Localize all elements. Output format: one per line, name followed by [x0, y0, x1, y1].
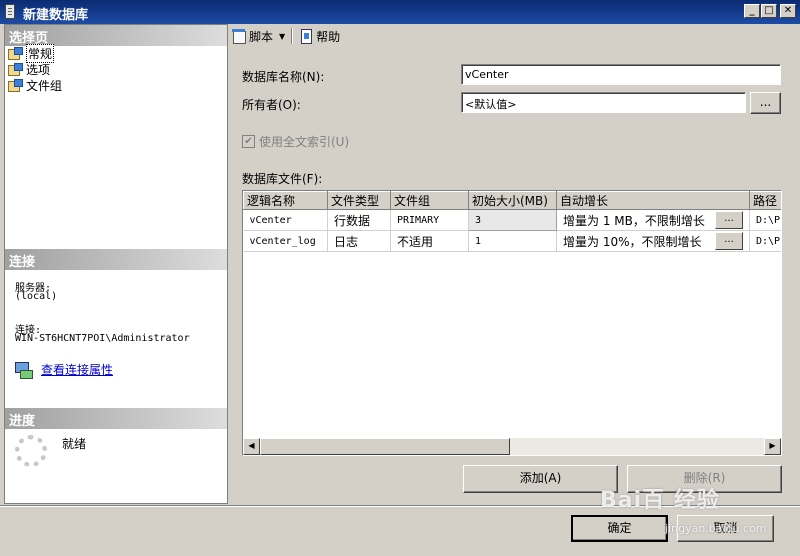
page-label: 选项: [26, 62, 51, 77]
cell-path[interactable]: D:\Pr: [749, 230, 781, 252]
close-button[interactable]: ✕: [780, 4, 796, 18]
page-item-filegroups[interactable]: 文件组: [8, 77, 62, 93]
column-header[interactable]: 自动增长: [556, 191, 750, 210]
owner-value: <默认值>: [465, 98, 517, 111]
autogrowth-browse-button[interactable]: ...: [715, 211, 743, 229]
owner-browse-button[interactable]: ...: [750, 92, 781, 114]
page-item-options[interactable]: 选项: [8, 61, 62, 77]
db-name-label: 数据库名称(N):: [242, 70, 325, 84]
page-list: 常规 选项 文件组: [8, 43, 62, 93]
table-row[interactable]: vCenter 行数据 PRIMARY 3 增量为 1 MB，不限制增长 ...…: [243, 209, 781, 231]
script-button[interactable]: 脚本 ▼: [232, 28, 285, 45]
window-controls: _ □ ✕: [744, 4, 796, 18]
autogrowth-text: 增量为 10%，不限制增长: [563, 234, 702, 249]
scroll-thumb[interactable]: [260, 438, 510, 455]
database-files-grid[interactable]: 逻辑名称 文件类型 文件组 初始大小(MB) 自动增长 路径 vCenter 行…: [242, 190, 782, 456]
help-button[interactable]: 帮助: [299, 28, 340, 45]
column-header[interactable]: 路径: [749, 191, 781, 210]
view-connection-link[interactable]: 查看连接属性: [41, 361, 113, 378]
remove-button[interactable]: 删除(R): [627, 465, 782, 493]
add-button[interactable]: 添加(A): [463, 465, 618, 493]
db-name-input[interactable]: vCenter: [461, 64, 781, 85]
left-panel: 选择页 常规 选项 文件组 连接 服务器: (local) 连接: WIN-ST…: [4, 24, 228, 504]
toolbar-separator: [291, 28, 294, 44]
cell-autogrowth[interactable]: 增量为 1 MB，不限制增长 ...: [556, 209, 750, 231]
script-label: 脚本: [249, 29, 274, 44]
title-bar: 新建数据库 _ □ ✕: [0, 0, 800, 24]
view-connection-properties[interactable]: 查看连接属性: [15, 361, 113, 379]
cell-file-type[interactable]: 行数据: [327, 209, 391, 231]
ok-button[interactable]: 确定: [571, 515, 668, 542]
cell-filegroup[interactable]: 不适用: [390, 230, 469, 252]
cell-filegroup[interactable]: PRIMARY: [390, 209, 469, 231]
table-row[interactable]: vCenter_log 日志 不适用 1 增量为 10%，不限制增长 ... D…: [243, 230, 781, 252]
connection-properties-icon: [15, 361, 33, 379]
minimize-button[interactable]: _: [744, 4, 760, 18]
checkbox-check-icon: ✔: [242, 135, 255, 148]
cell-file-type[interactable]: 日志: [327, 230, 391, 252]
connection-header: 连接: [5, 249, 227, 270]
app-icon: [5, 4, 15, 19]
script-icon: [232, 29, 246, 44]
maximize-button[interactable]: □: [761, 4, 777, 18]
owner-label: 所有者(O):: [242, 98, 301, 112]
cell-autogrowth[interactable]: 增量为 10%，不限制增长 ...: [556, 230, 750, 252]
cell-logical-name[interactable]: vCenter_log: [243, 230, 328, 252]
cell-logical-name[interactable]: vCenter: [243, 209, 328, 231]
page-icon: [8, 62, 23, 76]
scroll-right-icon[interactable]: ▶: [764, 438, 781, 455]
connection-value: WIN-ST6HCNT7POI\Administrator: [15, 333, 190, 344]
cell-path[interactable]: D:\Pr: [749, 209, 781, 231]
toolbar: 脚本 ▼ 帮助: [232, 26, 340, 46]
progress-status: 就绪: [62, 437, 87, 451]
horizontal-scrollbar[interactable]: ◀ ▶: [243, 438, 781, 455]
page-icon: [8, 46, 23, 60]
fulltext-checkbox[interactable]: ✔ 使用全文索引(U): [242, 133, 349, 150]
column-header[interactable]: 文件组: [390, 191, 469, 210]
footer-divider: [0, 505, 800, 507]
fulltext-label: 使用全文索引(U): [259, 135, 350, 149]
autogrowth-text: 增量为 1 MB，不限制增长: [563, 213, 705, 228]
cell-initial-size[interactable]: 3: [468, 209, 557, 231]
page-icon: [8, 78, 23, 92]
window-title: 新建数据库: [23, 8, 89, 23]
files-table: 逻辑名称 文件类型 文件组 初始大小(MB) 自动增长 路径 vCenter 行…: [243, 191, 781, 252]
chevron-down-icon[interactable]: ▼: [279, 32, 285, 41]
table-header-row: 逻辑名称 文件类型 文件组 初始大小(MB) 自动增长 路径: [243, 191, 781, 210]
progress-header: 进度: [5, 408, 227, 429]
db-files-label: 数据库文件(F):: [242, 172, 323, 186]
cancel-button[interactable]: 取消: [677, 515, 774, 542]
column-header[interactable]: 初始大小(MB): [468, 191, 557, 210]
new-database-dialog: 新建数据库 _ □ ✕ 选择页 常规 选项 文件组 连接 服务器: (local…: [0, 0, 800, 556]
server-value: (local): [15, 291, 58, 302]
help-label: 帮助: [316, 29, 341, 44]
scroll-left-icon[interactable]: ◀: [243, 438, 260, 455]
owner-input[interactable]: <默认值>: [461, 92, 746, 113]
cell-initial-size[interactable]: 1: [468, 230, 557, 252]
db-name-value: vCenter: [465, 68, 509, 81]
column-header[interactable]: 逻辑名称: [243, 191, 328, 210]
help-icon: [299, 29, 313, 44]
page-label: 文件组: [26, 78, 63, 93]
progress-spinner-icon: [15, 435, 47, 467]
page-item-general[interactable]: 常规: [8, 43, 62, 63]
column-header[interactable]: 文件类型: [327, 191, 391, 210]
autogrowth-browse-button[interactable]: ...: [715, 232, 743, 250]
